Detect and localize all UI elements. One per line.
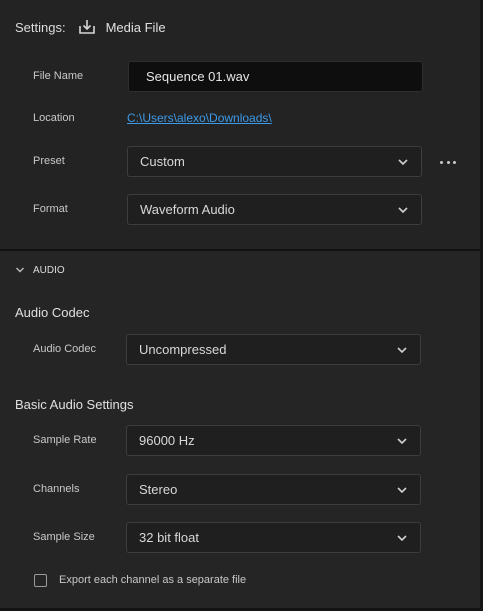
sample-size-select[interactable]: 32 bit float [126, 522, 421, 553]
format-select[interactable]: Waveform Audio [127, 194, 422, 225]
preset-select[interactable]: Custom [127, 146, 422, 177]
format-value: Waveform Audio [140, 202, 235, 217]
export-settings-panel: Settings: Media File File Name Sequence … [0, 0, 483, 611]
chevron-down-icon [398, 206, 408, 213]
sample-size-value: 32 bit float [139, 530, 199, 545]
download-icon [78, 20, 95, 34]
file-name-value: Sequence 01.wav [146, 69, 250, 84]
location-label: Location [33, 112, 75, 124]
audio-section-header[interactable]: AUDIO [15, 262, 65, 278]
settings-header: Settings: Media File [15, 17, 166, 37]
more-dot [440, 160, 443, 164]
more-dot [446, 160, 450, 164]
preset-label: Preset [33, 155, 65, 167]
sample-rate-label: Sample Rate [33, 434, 97, 446]
location-link[interactable]: C:\Users\alexo\Downloads\ [127, 111, 272, 125]
channels-label: Channels [33, 483, 80, 495]
more-icon[interactable] [437, 154, 459, 170]
sample-size-label: Sample Size [33, 531, 95, 543]
export-channels-label: Export each channel as a separate file [59, 574, 247, 586]
chevron-down-icon [397, 437, 407, 444]
settings-label: Settings: [15, 19, 66, 35]
sample-rate-select[interactable]: 96000 Hz [126, 425, 421, 456]
export-channels-checkbox[interactable] [34, 574, 47, 587]
chevron-down-icon [397, 534, 407, 541]
settings-top-section: Settings: Media File File Name Sequence … [0, 0, 480, 249]
basic-audio-title: Basic Audio Settings [15, 397, 134, 412]
chevron-down-icon [16, 267, 24, 273]
file-name-input[interactable]: Sequence 01.wav [128, 61, 423, 92]
preset-value: Custom [140, 154, 185, 169]
chevron-down-icon [397, 346, 407, 353]
audio-codec-select[interactable]: Uncompressed [126, 334, 421, 365]
audio-codec-title: Audio Codec [15, 305, 90, 320]
audio-codec-value: Uncompressed [139, 342, 227, 357]
chevron-down-icon [398, 158, 408, 165]
sample-rate-value: 96000 Hz [139, 433, 195, 448]
format-label: Format [33, 203, 68, 215]
channels-value: Stereo [139, 482, 178, 497]
audio-codec-label: Audio Codec [33, 343, 96, 355]
chevron-down-icon [397, 486, 407, 493]
more-dot [453, 160, 456, 164]
audio-section-label: AUDIO [33, 264, 65, 276]
file-name-label: File Name [33, 70, 84, 82]
channels-select[interactable]: Stereo [126, 474, 421, 505]
media-file-label: Media File [105, 19, 166, 35]
